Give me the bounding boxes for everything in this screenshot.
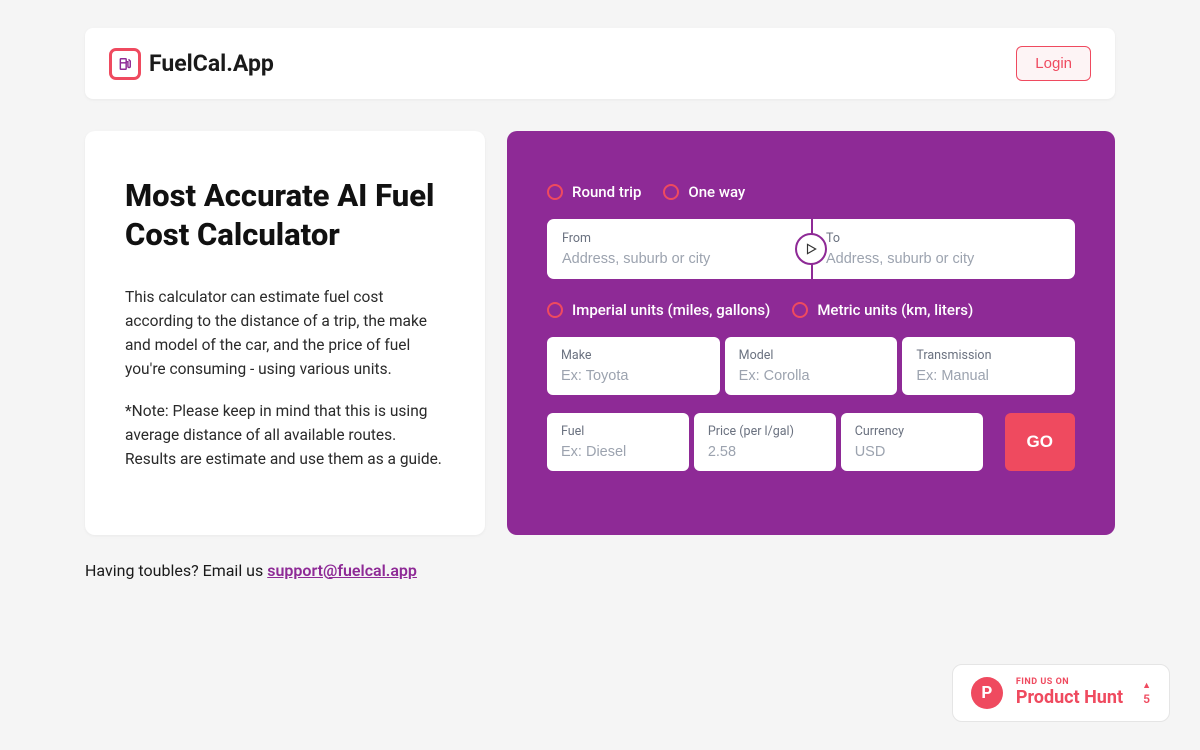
bottom-row: Fuel Price (per l/gal) Currency GO	[547, 413, 1075, 471]
radio-icon	[547, 302, 563, 318]
currency-field[interactable]: Currency	[841, 413, 983, 471]
from-field[interactable]: From	[547, 219, 811, 279]
radio-label: Metric units (km, liters)	[817, 301, 973, 319]
radio-icon	[547, 184, 563, 200]
intro-description: This calculator can estimate fuel cost a…	[125, 285, 445, 381]
radio-icon	[663, 184, 679, 200]
radio-round-trip[interactable]: Round trip	[547, 183, 641, 201]
model-input[interactable]	[739, 368, 884, 384]
ph-vote: ▲ 5	[1142, 680, 1151, 706]
support-email-link[interactable]: support@fuelcal.app	[267, 561, 417, 580]
calculator-form: Round trip One way From	[507, 131, 1115, 535]
field-label: From	[562, 231, 796, 246]
radio-one-way[interactable]: One way	[663, 183, 745, 201]
trip-type-group: Round trip One way	[547, 183, 1075, 201]
field-label: Currency	[855, 424, 969, 439]
to-input[interactable]	[826, 251, 1060, 267]
play-icon	[804, 242, 818, 256]
product-hunt-icon: P	[971, 677, 1003, 709]
field-label: Make	[561, 348, 706, 363]
fuel-field[interactable]: Fuel	[547, 413, 689, 471]
transmission-input[interactable]	[916, 368, 1061, 384]
price-field[interactable]: Price (per l/gal)	[694, 413, 836, 471]
radio-label: Round trip	[572, 183, 641, 201]
field-label: To	[826, 231, 1060, 246]
radio-label: Imperial units (miles, gallons)	[572, 301, 770, 319]
currency-input[interactable]	[855, 444, 969, 460]
swap-button[interactable]	[795, 233, 827, 265]
price-input[interactable]	[708, 444, 822, 460]
make-input[interactable]	[561, 368, 706, 384]
radio-label: One way	[688, 183, 745, 201]
units-group: Imperial units (miles, gallons) Metric u…	[547, 301, 1075, 319]
fuel-pump-icon	[109, 48, 141, 80]
header: FuelCal.App Login	[85, 28, 1115, 99]
field-label: Model	[739, 348, 884, 363]
field-label: Transmission	[916, 348, 1061, 363]
login-button[interactable]: Login	[1016, 46, 1091, 81]
ph-name-label: Product Hunt	[1016, 688, 1123, 708]
upvote-icon: ▲	[1142, 680, 1151, 691]
location-row: From To	[547, 219, 1075, 279]
app-name: FuelCal.App	[149, 50, 274, 77]
make-field[interactable]: Make	[547, 337, 720, 395]
field-label: Price (per l/gal)	[708, 424, 822, 439]
field-label: Fuel	[561, 424, 675, 439]
product-hunt-badge[interactable]: P FIND US ON Product Hunt ▲ 5	[952, 664, 1170, 722]
from-input[interactable]	[562, 251, 796, 267]
intro-note: *Note: Please keep in mind that this is …	[125, 399, 445, 471]
vehicle-row: Make Model Transmission	[547, 337, 1075, 395]
fuel-input[interactable]	[561, 444, 675, 460]
logo[interactable]: FuelCal.App	[109, 48, 274, 80]
to-field[interactable]: To	[811, 219, 1075, 279]
radio-metric[interactable]: Metric units (km, liters)	[792, 301, 973, 319]
ph-vote-count: 5	[1143, 692, 1150, 706]
support-text: Having toubles? Email us support@fuelcal…	[85, 561, 1115, 580]
radio-icon	[792, 302, 808, 318]
transmission-field[interactable]: Transmission	[902, 337, 1075, 395]
model-field[interactable]: Model	[725, 337, 898, 395]
page-title: Most Accurate AI Fuel Cost Calculator	[125, 177, 445, 255]
support-prefix: Having toubles? Email us	[85, 561, 267, 580]
go-button[interactable]: GO	[1005, 413, 1075, 471]
radio-imperial[interactable]: Imperial units (miles, gallons)	[547, 301, 770, 319]
intro-card: Most Accurate AI Fuel Cost Calculator Th…	[85, 131, 485, 535]
